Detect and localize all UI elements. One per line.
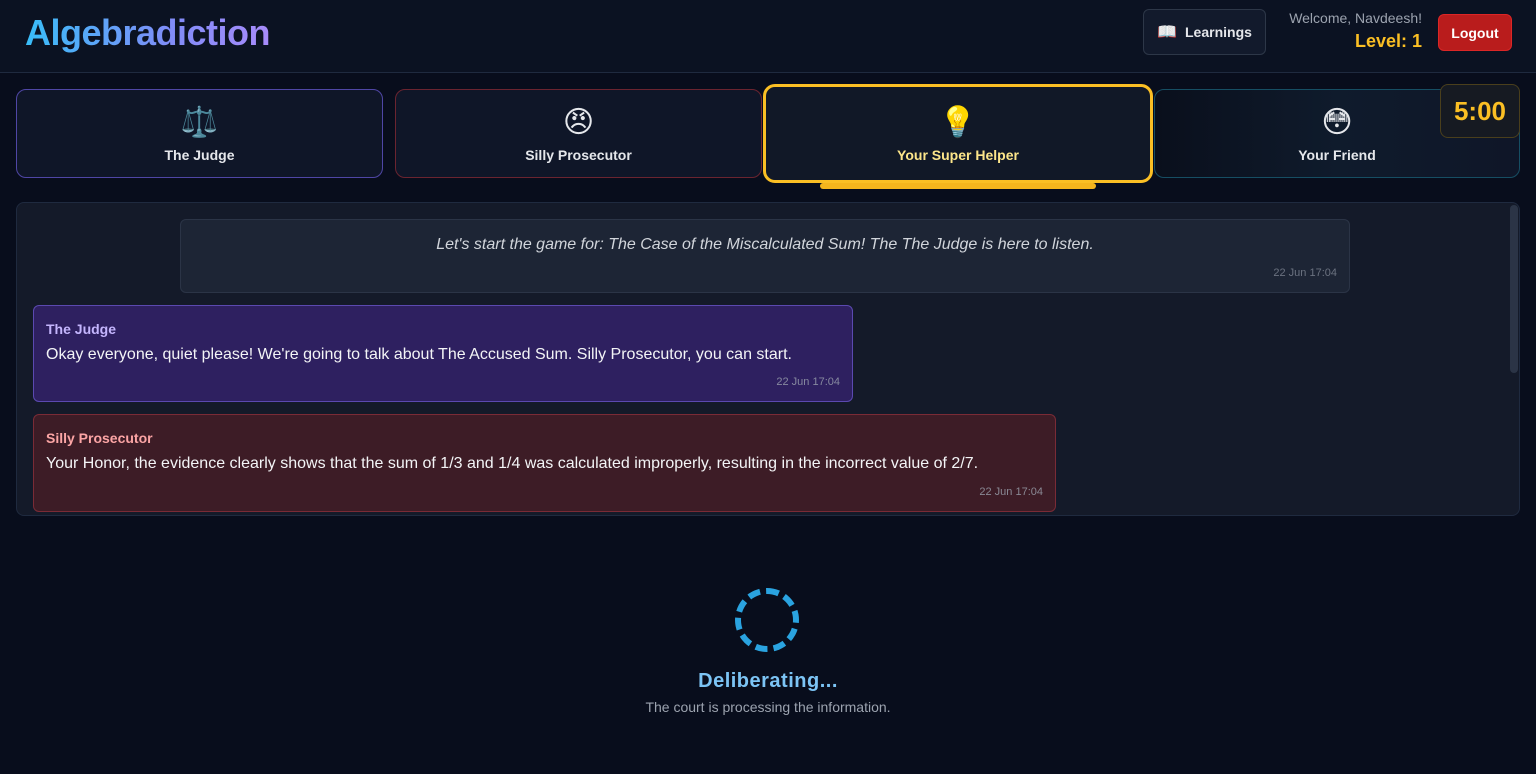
learnings-label: Learnings [1185,24,1252,40]
message-sender: Silly Prosecutor [46,430,153,446]
message-timestamp: 22 Jun 17:04 [776,376,840,388]
worried-face-icon: 😳 [1321,105,1353,139]
character-card-prosecutor[interactable]: 😠 Silly Prosecutor [395,89,762,178]
character-name: Your Friend [1298,146,1376,163]
message-sender: The Judge [46,321,117,337]
status-subtitle: The court is processing the information. [645,699,891,715]
angry-face-icon: 😠 [562,105,595,139]
chat-message-judge: The Judge Okay everyone, quiet please! W… [33,305,853,402]
level-indicator: Level: 1 [1354,31,1422,51]
message-text: Your Honor, the evidence clearly shows t… [46,455,979,472]
character-name: Your Super Helper [897,146,1019,163]
message-timestamp: 22 Jun 17:04 [979,486,1043,498]
loading-spinner-icon [735,588,799,652]
message-timestamp: 22 Jun 17:04 [1273,267,1337,279]
character-name: Silly Prosecutor [525,146,632,163]
system-message: Let's start the game for: The Case of th… [180,219,1350,293]
character-name: The Judge [164,146,235,163]
welcome-text: Welcome, Navdeesh! [1289,10,1422,26]
character-card-judge[interactable]: ⚖️ The Judge [16,89,383,178]
open-book-icon: 📖 [1157,24,1177,41]
top-bar: Algebradiction 📖 Learnings Welcome, Navd… [0,0,1536,73]
message-text: Okay everyone, quiet please! We're going… [46,346,792,363]
character-card-super-helper[interactable]: 💡 Your Super Helper [763,84,1153,183]
countdown-timer: 5:00 [1440,84,1520,138]
user-info: Welcome, Navdeesh! Level: 1 [1289,10,1422,52]
status-title: Deliberating... [698,670,838,692]
learnings-button[interactable]: 📖 Learnings [1143,9,1266,55]
chat-panel[interactable]: Let's start the game for: The Case of th… [16,202,1520,516]
lightbulb-icon: 💡 [939,105,977,139]
scales-icon: ⚖️ [180,105,219,139]
system-message-text: Let's start the game for: The Case of th… [436,236,1094,253]
logout-button[interactable]: Logout [1438,14,1512,51]
app-logo-title: Algebradiction [25,12,271,53]
chat-scrollbar[interactable] [1510,205,1518,373]
chat-message-prosecutor: Silly Prosecutor Your Honor, the evidenc… [33,414,1056,512]
selected-indicator [820,183,1096,189]
